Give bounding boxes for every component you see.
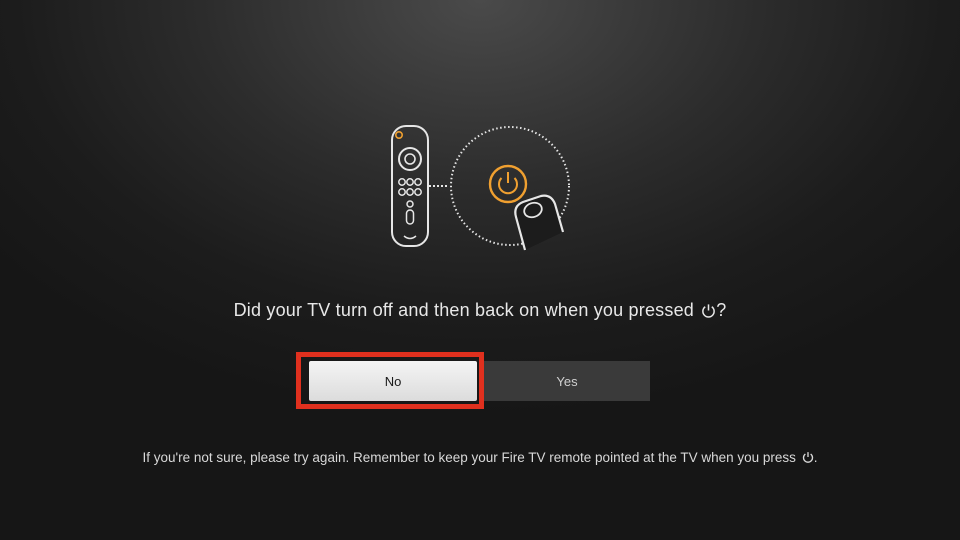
fire-tv-remote-icon: [391, 125, 570, 251]
hint-suffix: .: [813, 450, 818, 465]
power-icon: [802, 452, 813, 463]
hint-text: If you're not sure, please try again. Re…: [130, 448, 830, 467]
power-icon: [702, 304, 716, 318]
yes-button[interactable]: Yes: [484, 361, 650, 401]
remote-power-illustration: [385, 122, 575, 252]
no-button[interactable]: No: [309, 361, 477, 401]
question-suffix: ?: [716, 300, 727, 320]
yes-button-label: Yes: [556, 373, 578, 389]
finger-press-icon: [514, 194, 565, 251]
power-button-icon: [488, 164, 528, 204]
page-question: Did your TV turn off and then back on wh…: [0, 300, 960, 321]
question-text: Did your TV turn off and then back on wh…: [233, 300, 694, 320]
hint-body: If you're not sure, please try again. Re…: [142, 450, 796, 465]
no-button-label: No: [384, 373, 402, 389]
